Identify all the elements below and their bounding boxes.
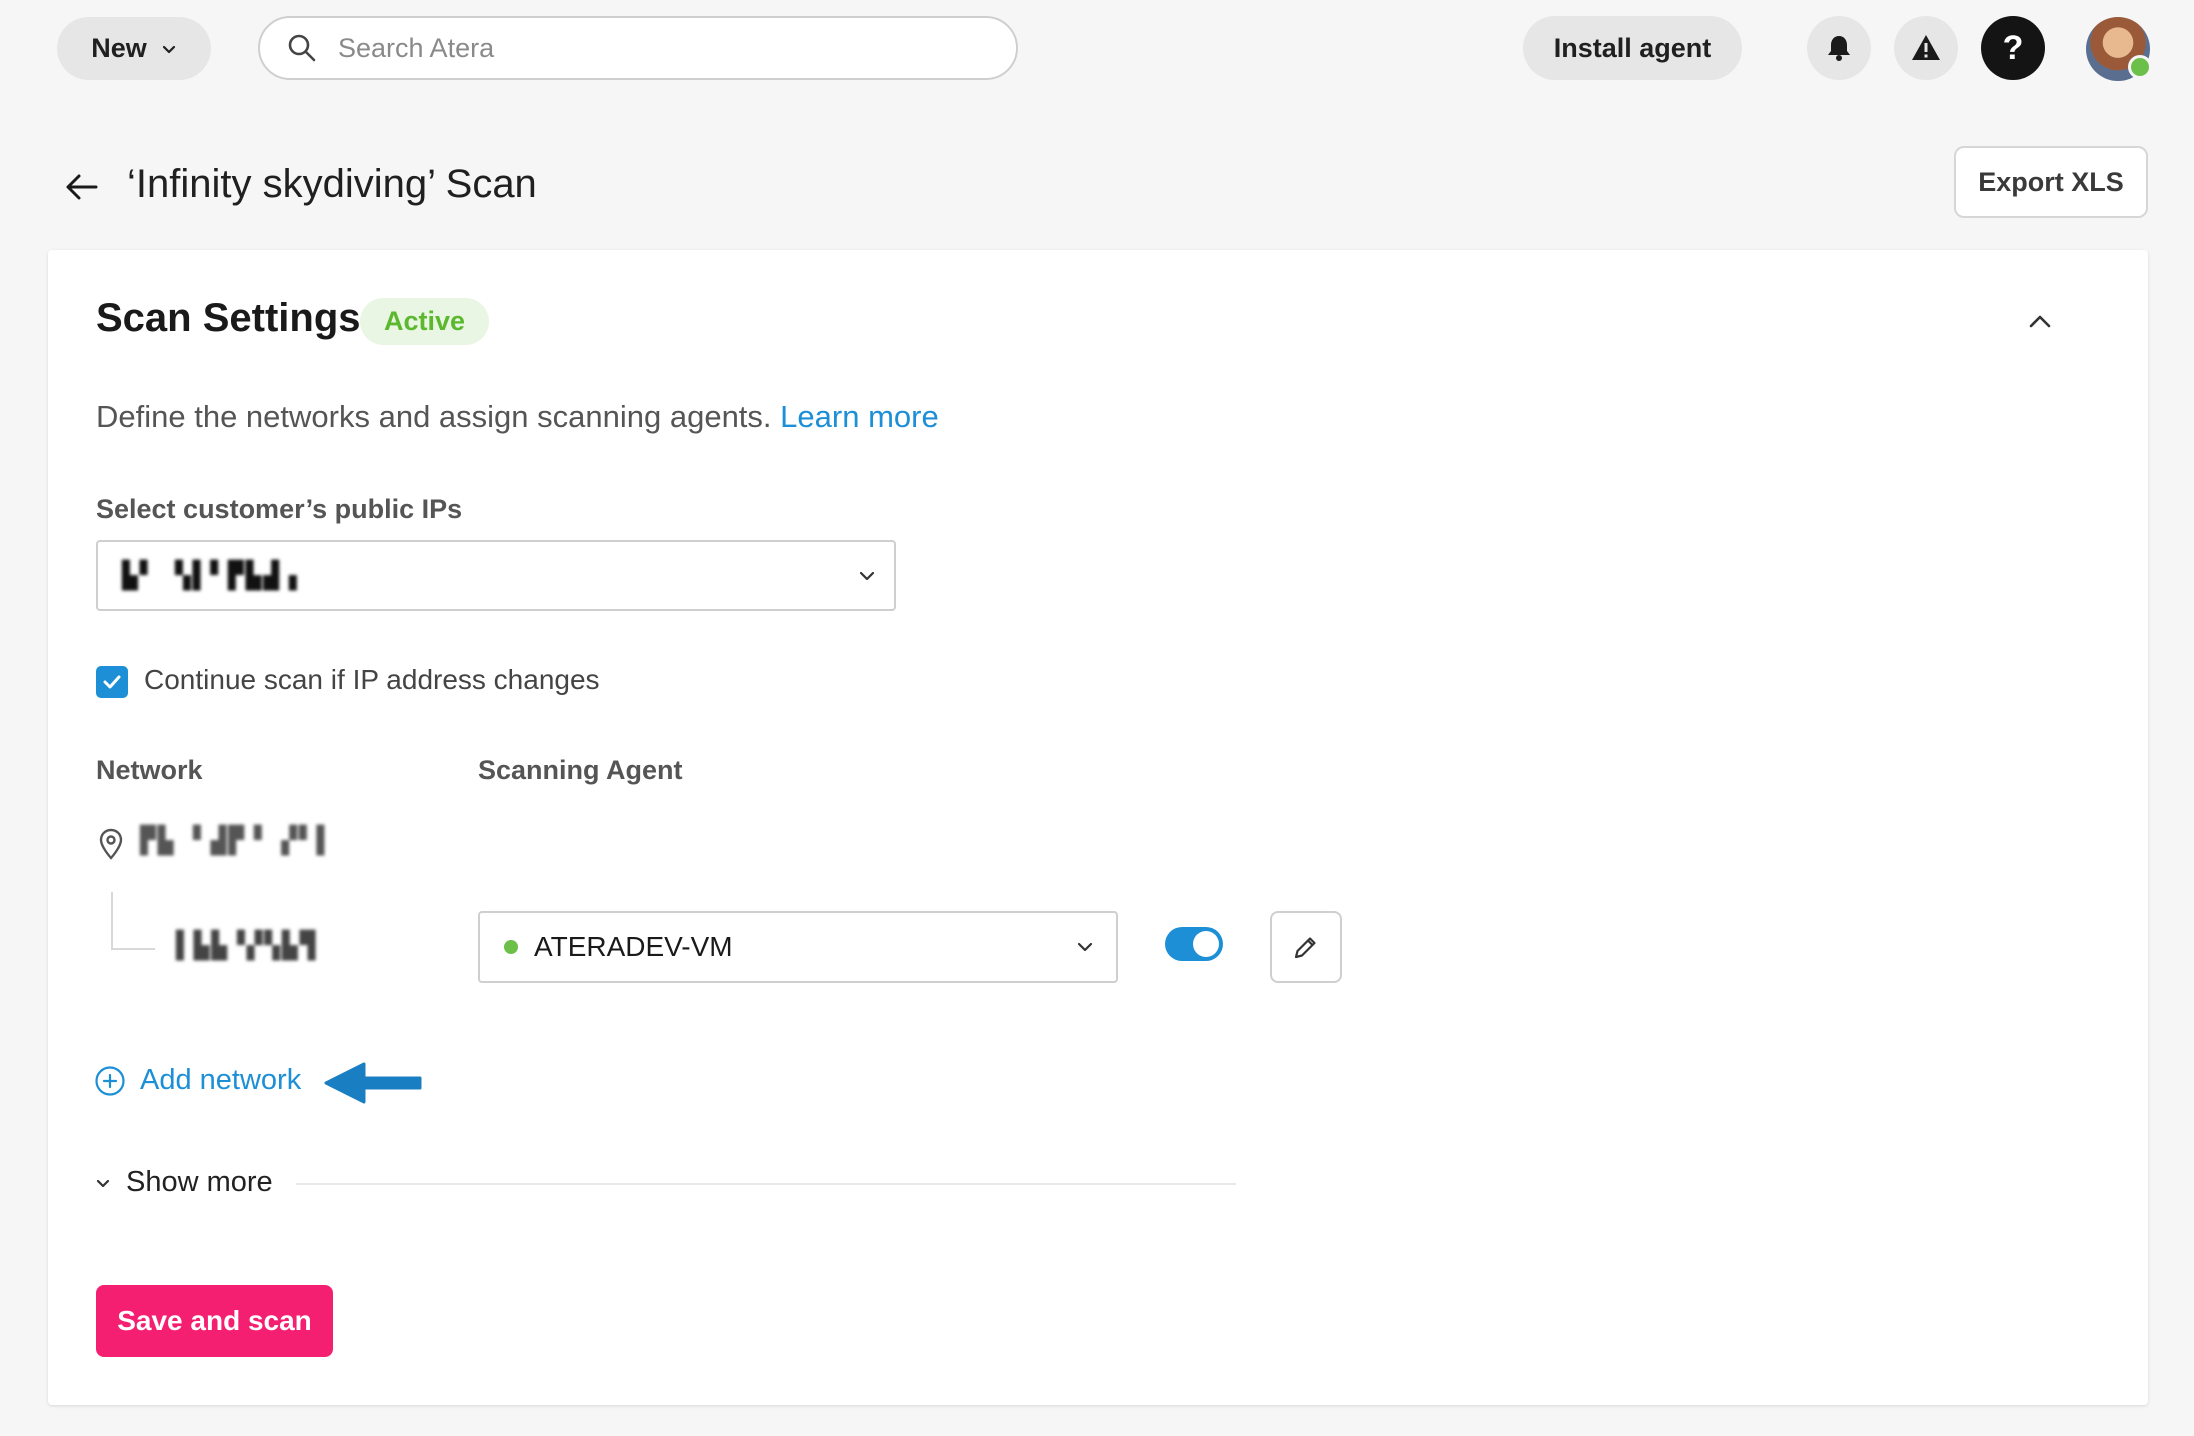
chevron-up-icon (2029, 315, 2051, 328)
redacted-subnet: ▌▙▙▝▞▚▙▜ (176, 931, 318, 961)
plus-circle-icon (95, 1065, 125, 1096)
avatar[interactable] (2086, 17, 2152, 81)
help-icon: ? (2002, 28, 2024, 67)
network-column-header: Network (96, 755, 203, 785)
save-and-scan-label: Save and scan (117, 1305, 312, 1336)
add-network-label: Add network (140, 1064, 302, 1096)
public-ips-label: Select customer’s public IPs (96, 494, 463, 524)
install-agent-button[interactable]: Install agent (1523, 16, 1742, 80)
save-and-scan-button[interactable]: Save and scan (96, 1285, 333, 1357)
checkmark-icon (103, 675, 121, 689)
section-description: Define the networks and assign scanning … (96, 399, 939, 435)
redacted-ip-value: ▙▘ ▚▌▘▛▙▟▗ (122, 560, 299, 591)
search-icon (288, 34, 316, 62)
chevron-down-icon (96, 1179, 110, 1187)
status-badge: Active (360, 298, 489, 345)
show-more-toggle[interactable]: Show more (94, 1166, 273, 1199)
show-more-label: Show more (126, 1166, 273, 1198)
export-xls-label: Export XLS (1978, 166, 2124, 197)
search-bar[interactable] (258, 16, 1018, 80)
continue-scan-checkbox[interactable] (96, 666, 128, 698)
collapse-button[interactable] (2020, 302, 2060, 342)
description-text: Define the networks and assign scanning … (96, 399, 772, 434)
scanning-agent-select[interactable]: ATERADEV-VM (478, 911, 1118, 983)
bell-icon (1828, 36, 1850, 61)
redacted-network-name: ▛▙ ▘▟▛▝ ▞▘▌ (140, 826, 335, 856)
chevron-down-icon (859, 571, 875, 580)
help-button[interactable]: ? (1981, 16, 2045, 80)
new-button-label: New (91, 33, 147, 63)
tree-connector (111, 892, 113, 950)
agent-status-dot (504, 940, 518, 954)
chevron-down-icon (1077, 942, 1093, 952)
add-network-link[interactable]: Add network (94, 1064, 301, 1097)
toggle-knob (1193, 931, 1219, 957)
arrow-left-icon (66, 174, 98, 200)
divider (296, 1183, 1236, 1185)
location-pin-icon (98, 828, 124, 865)
notifications-button[interactable] (1807, 16, 1871, 80)
continue-scan-label: Continue scan if IP address changes (144, 664, 600, 695)
learn-more-link[interactable]: Learn more (780, 399, 939, 434)
warning-icon (1912, 35, 1940, 60)
page-title: ‘Infinity skydiving’ Scan (127, 162, 537, 206)
tree-connector (111, 948, 155, 950)
public-ips-select[interactable]: ▙▘ ▚▌▘▛▙▟▗ (96, 540, 896, 611)
agent-enabled-toggle[interactable] (1165, 927, 1223, 961)
install-agent-label: Install agent (1553, 32, 1712, 63)
search-input[interactable] (336, 31, 980, 65)
annotation-arrow-icon (324, 1062, 422, 1104)
new-button[interactable]: New (57, 17, 211, 80)
section-title: Scan Settings (96, 296, 361, 340)
scanning-agent-column-header: Scanning Agent (478, 755, 683, 785)
chevron-down-icon (162, 45, 175, 53)
agent-name: ATERADEV-VM (534, 931, 733, 962)
pencil-icon (1294, 937, 1316, 959)
alerts-button[interactable] (1894, 16, 1958, 80)
export-xls-button[interactable]: Export XLS (1954, 146, 2148, 218)
online-status-dot (2128, 55, 2152, 79)
back-button[interactable] (58, 164, 104, 210)
edit-network-button[interactable] (1270, 911, 1342, 983)
